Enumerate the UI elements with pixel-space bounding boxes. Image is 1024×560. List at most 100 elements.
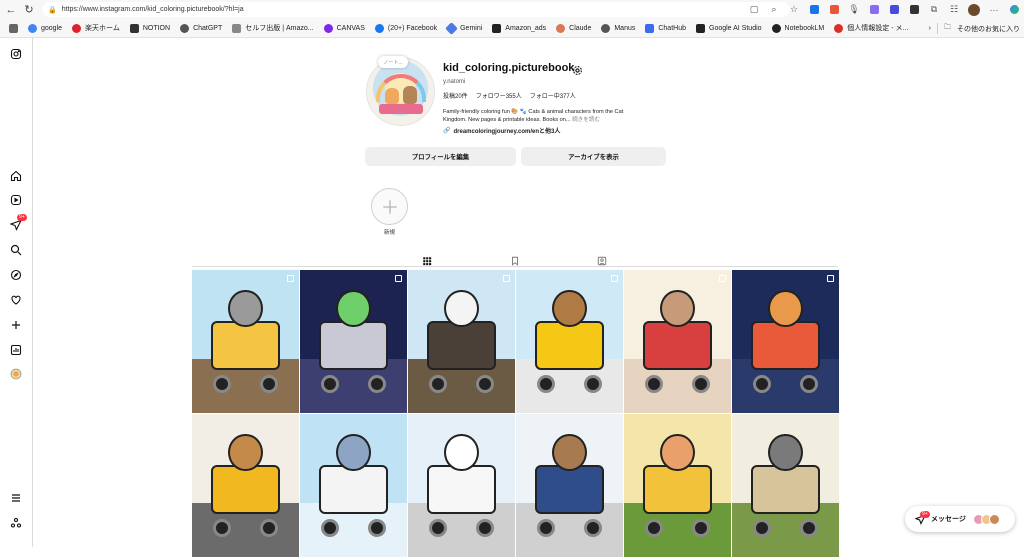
post-vehicle [211,465,280,515]
settings-gear-icon[interactable] [572,63,583,75]
post-thumbnail[interactable] [408,414,515,557]
favorite-star-icon[interactable]: ☆ [784,0,804,19]
posts-count: 投稿20件 [443,94,468,100]
multi-image-icon [287,275,294,282]
post-vehicle [535,321,604,371]
bookmark-toggle-icon[interactable] [4,19,23,38]
bookmark-notion[interactable]: NOTION [125,19,175,38]
profile-avatar[interactable] [964,0,984,19]
bookmark-manus[interactable]: Manus [596,19,640,38]
bookmark-label: Gemini [460,24,483,32]
bookmark-chatgpt[interactable]: ChatGPT [175,19,227,38]
other-bookmarks[interactable]: › 🗀 その他のお気に入り [929,19,1020,38]
post-wheel [367,518,386,537]
post-thumbnail[interactable] [732,414,839,557]
post-vehicle [211,321,280,371]
followers-count[interactable]: フォロワー355人 [476,91,522,100]
bookmark-label: 個人情報設定 - メ... [847,25,909,32]
heart-icon[interactable] [9,293,23,307]
post-character [336,434,371,472]
post-thumbnail[interactable] [624,270,731,413]
notification-badge: 9+ [17,214,27,221]
reload-icon[interactable]: ↻ [20,0,38,19]
post-thumbnail[interactable] [732,270,839,413]
post-thumbnail[interactable] [516,414,623,557]
multi-image-icon [503,275,510,282]
avatar-rainbow [376,74,426,102]
profile-stats: 投稿20件 フォロワー355人 フォロー中377人 [443,91,576,100]
bookmark-favicon [556,23,566,33]
profile-link[interactable]: 🔗 dreamcoloringjourney.com/enと他3人 [443,126,560,135]
post-vehicle [535,465,604,515]
bookmark-claude[interactable]: Claude [551,19,596,38]
extension-bar: ▢ ⌕ ☆ 🎙 ⧉ ☷ ··· [744,0,1024,19]
post-thumbnail[interactable] [624,414,731,557]
bookmark-privacy-settings[interactable]: 個人情報設定 - メ... [829,19,913,38]
post-thumbnail[interactable] [192,414,299,557]
search-icon[interactable] [9,243,23,257]
bookmark-canva[interactable]: CANVAS [319,19,370,38]
home-icon[interactable] [9,169,23,183]
view-archive-button[interactable]: アーカイブを表示 [521,147,666,166]
bookmark-google[interactable]: google [23,19,67,38]
post-thumbnail[interactable] [516,270,623,413]
back-icon[interactable]: ← [2,0,20,19]
extension-3-icon[interactable] [864,0,884,19]
bookmark-rakuten[interactable]: 楽天ホーム [67,19,125,38]
edit-profile-button[interactable]: プロフィールを編集 [365,147,516,166]
post-thumbnail[interactable] [300,414,407,557]
note-bubble[interactable]: ノート... [378,56,408,68]
address-bar[interactable]: 🔒 https://www.instagram.com/kid_coloring… [42,2,790,17]
instagram-logo-icon[interactable] [9,47,23,61]
post-character [552,290,587,328]
post-thumbnail[interactable] [192,270,299,413]
extension-5-icon[interactable] [904,0,924,19]
post-vehicle [319,321,388,371]
create-plus-icon[interactable] [9,318,23,332]
bookmark-ai-studio[interactable]: Google AI Studio [691,19,767,38]
extension-2-icon[interactable] [824,0,844,19]
meta-apps-icon[interactable] [9,516,23,530]
zoom-icon[interactable]: ⌕ [764,0,784,19]
messages-floating-button[interactable]: 9+ メッセージ [905,506,1015,532]
menu-hamburger-icon[interactable] [9,491,23,505]
lock-icon: 🔒 [48,6,57,14]
post-character [552,434,587,472]
extension-4-icon[interactable] [884,0,904,19]
extensions-puzzle-icon[interactable]: ⧉ [924,0,944,19]
bookmark-chathub[interactable]: ChatHub [640,19,691,38]
divider [937,23,938,34]
more-menu-icon[interactable]: ··· [984,0,1004,19]
bookmark-gemini[interactable]: Gemini [442,19,487,38]
browser-toolbar: ← ↻ 🔒 https://www.instagram.com/kid_colo… [0,0,1024,19]
bookmark-amazon-kdp[interactable]: セルフ出版 | Amazo... [227,19,318,38]
new-highlight-button[interactable] [371,188,408,225]
chevron-right-icon[interactable]: › [929,25,931,32]
mic-icon[interactable]: 🎙 [844,0,864,19]
following-count[interactable]: フォロー中377人 [530,91,576,100]
insights-chart-icon[interactable] [9,343,23,357]
copilot-icon[interactable] [1004,0,1024,19]
reader-icon[interactable]: ▢ [744,0,764,19]
bookmark-facebook[interactable]: (20+) Facebook [370,19,442,38]
avatar-cat [403,86,417,104]
post-vehicle [751,321,820,371]
bookmark-notebooklm[interactable]: NotebookLM [767,19,830,38]
extension-1-icon[interactable] [804,0,824,19]
bookmark-label: Amazon_ads [505,24,547,32]
favorites-icon[interactable]: ☷ [944,0,964,19]
multi-image-icon [719,275,726,282]
bookmark-amazon-ads[interactable]: Amazon_ads [487,19,551,38]
read-more-link[interactable]: 続きを読む [572,117,600,123]
explore-compass-icon[interactable] [9,268,23,282]
messages-icon[interactable]: 9+ [9,214,27,232]
post-thumbnail[interactable] [408,270,515,413]
post-character [660,290,695,328]
instagram-sidebar: 9+ [0,38,33,547]
post-thumbnail[interactable] [300,270,407,413]
post-wheel [259,518,278,537]
bookmark-label: NOTION [142,24,171,32]
post-wheel [691,518,710,537]
profile-avatar-icon[interactable] [9,367,23,381]
reels-icon[interactable] [9,193,23,207]
